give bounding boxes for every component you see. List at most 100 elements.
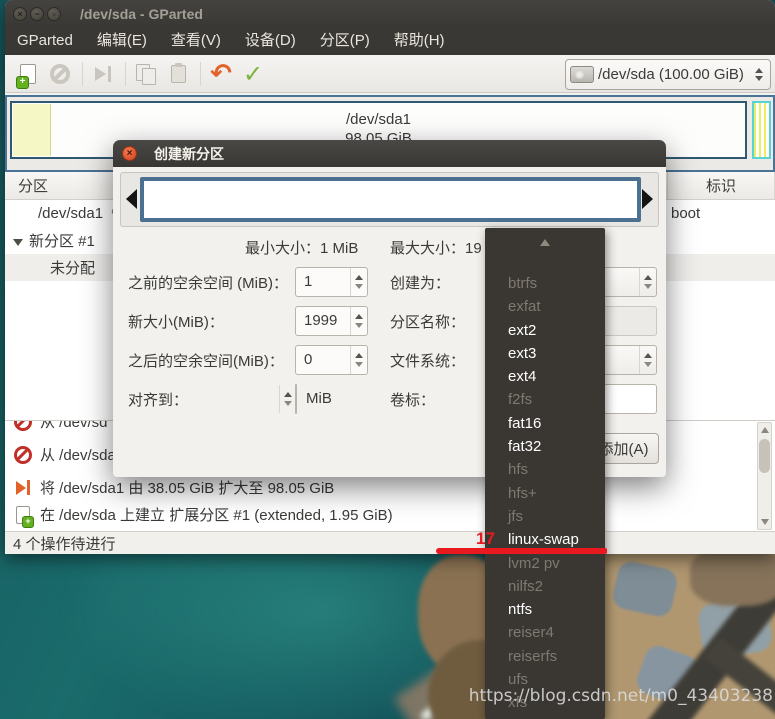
partition-name: /dev/sda1 — [5, 205, 103, 222]
device-selector[interactable]: /dev/sda (100.00 GiB) — [565, 59, 771, 90]
menu-partition[interactable]: 分区(P) — [308, 27, 382, 55]
combobox-arrows-icon[interactable] — [639, 346, 656, 374]
window-title: /dev/sda - GParted — [80, 6, 203, 22]
menu-edit[interactable]: 编辑(E) — [85, 27, 159, 55]
apply-icon: ✓ — [243, 63, 263, 85]
free-space-before-spinner[interactable]: 1 — [295, 267, 368, 297]
operation-row[interactable]: 将 /dev/sda1 由 38.05 GiB 扩大至 98.05 GiB — [5, 474, 745, 501]
min-size-value: 1 MiB — [320, 240, 358, 257]
align-to-label: 对齐到： — [128, 389, 188, 410]
fs-option-reiserfs: reiserfs — [485, 645, 605, 668]
filesystem-label: 文件系统： — [390, 350, 465, 371]
dialog-titlebar[interactable]: × 创建新分区 — [113, 140, 666, 167]
column-header-flags[interactable]: 标识 — [668, 172, 775, 199]
scroll-up-icon[interactable] — [540, 239, 550, 246]
fs-option-f2fs: f2fs — [485, 388, 605, 411]
partition-bar-extended[interactable] — [752, 101, 771, 159]
copy-button[interactable] — [131, 59, 161, 89]
partition-name: 未分配 — [5, 257, 95, 278]
operation-text: 将 /dev/sda1 由 38.05 GiB 扩大至 98.05 GiB — [40, 477, 334, 498]
close-icon[interactable]: × — [13, 7, 27, 21]
watermark-url: https://blog.csdn.net/m0_43403238 — [469, 686, 773, 706]
partition-name: 新分区 #1 — [29, 230, 95, 251]
create-as-label: 创建为： — [390, 272, 450, 293]
partition-flags: boot — [671, 205, 700, 222]
free-space-after-value: 0 — [304, 351, 312, 368]
apply-button[interactable]: ✓ — [238, 59, 268, 89]
fs-option-ext3[interactable]: ext3 — [485, 342, 605, 365]
status-bar: 4 个操作待进行 — [5, 531, 775, 554]
pending-operations-status: 4 个操作待进行 — [13, 533, 116, 554]
minimize-icon[interactable]: − — [30, 7, 44, 21]
new-size-spinner[interactable]: 1999 — [295, 306, 368, 336]
operations-scrollbar[interactable] — [757, 422, 772, 530]
new-size-label: 新大小(MiB)： — [128, 311, 224, 332]
slider-partition-area[interactable] — [140, 177, 641, 222]
align-to-combobox[interactable]: MiB — [295, 384, 297, 414]
chevron-down-icon[interactable] — [13, 239, 23, 246]
operation-row[interactable]: 在 /dev/sda 上建立 扩展分区 #1 (extended, 1.95 G… — [5, 501, 745, 528]
undo-button[interactable]: ↶ — [206, 59, 236, 89]
fs-option-lvm2-pv: lvm2 pv — [485, 552, 605, 575]
dialog-close-icon[interactable]: × — [122, 146, 137, 161]
menubar: GParted 编辑(E) 查看(V) 设备(D) 分区(P) 帮助(H) — [5, 27, 775, 55]
volume-label-label: 卷标： — [390, 389, 435, 410]
max-size-value: 19 — [465, 240, 482, 257]
fs-option-btrfs: btrfs — [485, 272, 605, 295]
new-size-value: 1999 — [304, 312, 337, 329]
delete-partition-button[interactable] — [45, 59, 75, 89]
delete-operation-icon — [14, 446, 32, 464]
scroll-down-icon[interactable] — [761, 519, 769, 525]
combobox-arrows-icon[interactable] — [639, 268, 656, 296]
window-titlebar[interactable]: × − ▫ /dev/sda - GParted — [5, 0, 775, 27]
partition-bar-label: /dev/sda1 — [12, 110, 745, 129]
undo-icon: ↶ — [210, 64, 232, 84]
operation-text: 在 /dev/sda 上建立 扩展分区 #1 (extended, 1.95 G… — [40, 504, 393, 525]
menu-gparted[interactable]: GParted — [5, 27, 85, 55]
slider-left-arrow-icon[interactable] — [126, 189, 137, 209]
new-partition-icon — [20, 64, 36, 84]
copy-icon — [136, 64, 156, 84]
free-space-before-value: 1 — [304, 273, 312, 290]
slider-right-arrow-icon[interactable] — [642, 189, 653, 209]
partition-name-label: 分区名称： — [390, 311, 465, 332]
new-partition-button[interactable] — [13, 59, 43, 89]
free-space-before-label: 之前的空余空间 (MiB)： — [128, 272, 288, 293]
resize-move-icon — [95, 66, 111, 82]
toolbar-separator — [82, 62, 83, 86]
toolbar: ↶ ✓ /dev/sda (100.00 GiB) — [5, 55, 775, 93]
scroll-up-icon[interactable] — [761, 427, 769, 433]
resize-move-button[interactable] — [88, 59, 118, 89]
fs-option-nilfs2: nilfs2 — [485, 575, 605, 598]
fs-option-reiser4: reiser4 — [485, 621, 605, 644]
align-to-value: MiB — [306, 390, 332, 407]
fs-option-ntfs[interactable]: ntfs — [485, 598, 605, 621]
fs-option-fat32[interactable]: fat32 — [485, 435, 605, 458]
menu-help[interactable]: 帮助(H) — [382, 27, 457, 55]
fs-option-fat16[interactable]: fat16 — [485, 412, 605, 435]
max-size-label: 最大大小： — [390, 240, 465, 257]
spinner-arrows-icon[interactable] — [350, 268, 367, 296]
paste-button[interactable] — [163, 59, 193, 89]
fs-option-ext2[interactable]: ext2 — [485, 319, 605, 342]
menu-device[interactable]: 设备(D) — [233, 27, 308, 55]
fs-option-ext4[interactable]: ext4 — [485, 365, 605, 388]
free-space-after-spinner[interactable]: 0 — [295, 345, 368, 375]
operation-text: 从 /dev/sda — [40, 444, 116, 465]
dialog-title: 创建新分区 — [154, 144, 224, 164]
scrollbar-thumb[interactable] — [759, 439, 770, 473]
toolbar-separator — [200, 62, 201, 86]
wallpaper-rock — [690, 546, 775, 606]
device-selector-value: /dev/sda (100.00 GiB) — [598, 66, 752, 83]
spinner-arrows-icon[interactable] — [350, 307, 367, 335]
menu-view[interactable]: 查看(V) — [159, 27, 233, 55]
combobox-arrows-icon[interactable] — [279, 385, 296, 413]
resize-operation-icon — [16, 480, 30, 495]
maximize-icon[interactable]: ▫ — [47, 7, 61, 21]
fs-option-jfs: jfs — [485, 505, 605, 528]
free-space-after-label: 之后的空余空间(MiB)： — [128, 350, 284, 371]
partition-size-slider[interactable] — [120, 172, 659, 227]
annotation-underline — [436, 548, 607, 554]
spinner-arrows-icon[interactable] — [350, 346, 367, 374]
fs-option-hfs: hfs — [485, 458, 605, 481]
